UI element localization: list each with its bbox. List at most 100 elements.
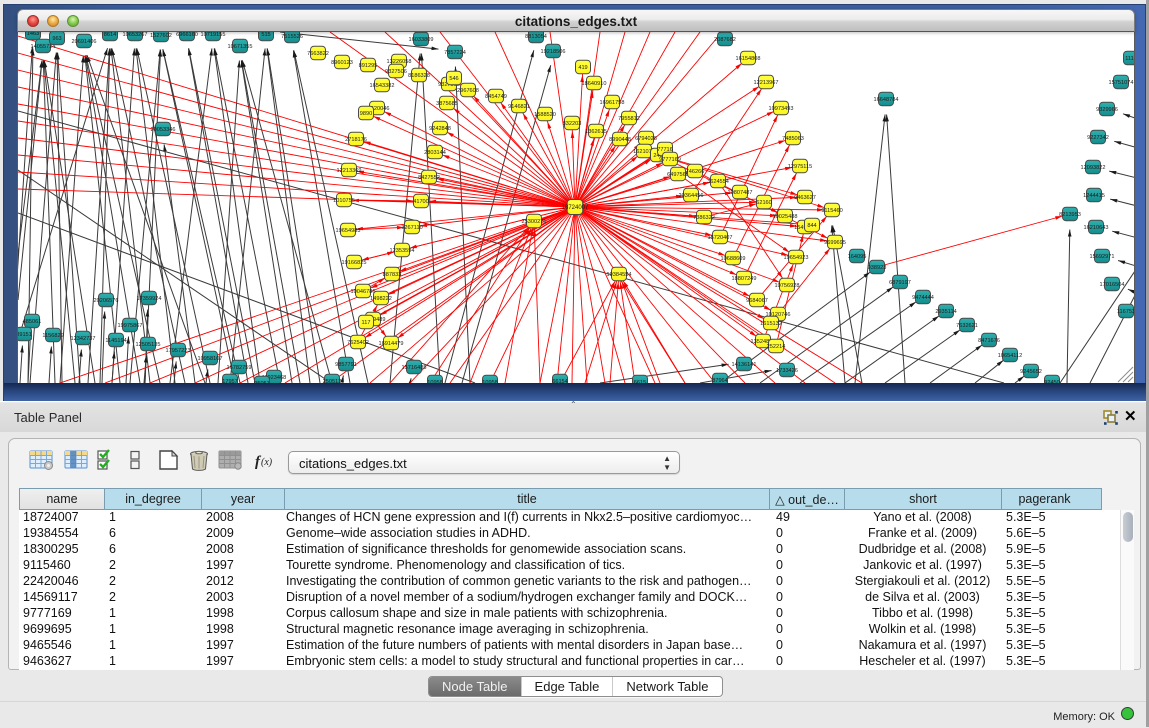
svg-text:1145194: 1145194 xyxy=(105,338,126,344)
svg-text:938923: 938923 xyxy=(868,265,887,271)
svg-text:8471676: 8471676 xyxy=(978,338,1000,344)
svg-text:7485063: 7485063 xyxy=(782,136,804,142)
svg-text:6615: 6615 xyxy=(634,380,646,383)
svg-text:20364456: 20364456 xyxy=(679,193,704,199)
svg-text:15720407: 15720407 xyxy=(708,235,733,241)
svg-text:117: 117 xyxy=(362,320,371,326)
svg-text:9227342: 9227342 xyxy=(1087,135,1109,141)
svg-text:7625402: 7625402 xyxy=(347,340,369,346)
svg-text:164095: 164095 xyxy=(848,254,867,260)
svg-text:18807249: 18807249 xyxy=(732,276,757,282)
svg-text:8960123: 8960123 xyxy=(331,60,353,66)
svg-text:6879197: 6879197 xyxy=(889,280,911,286)
svg-text:66154: 66154 xyxy=(552,379,568,383)
svg-text:8427552: 8427552 xyxy=(418,175,440,181)
svg-text:887833: 887833 xyxy=(383,272,402,278)
svg-text:515: 515 xyxy=(261,32,270,38)
svg-text:2803144: 2803144 xyxy=(424,150,446,156)
svg-text:39151: 39151 xyxy=(18,332,32,338)
svg-text:419: 419 xyxy=(578,65,587,71)
svg-text:18640910: 18640910 xyxy=(582,81,607,87)
svg-text:41700: 41700 xyxy=(413,199,429,205)
svg-text:6966160: 6966160 xyxy=(176,32,198,38)
svg-text:9474444: 9474444 xyxy=(912,295,934,301)
svg-text:3875685: 3875685 xyxy=(436,101,458,107)
svg-text:2718176: 2718176 xyxy=(345,137,367,143)
svg-text:19975867: 19975867 xyxy=(118,323,143,329)
svg-text:10958: 10958 xyxy=(482,380,498,383)
svg-text:17957: 17957 xyxy=(222,379,238,383)
svg-text:7632621: 7632621 xyxy=(956,323,978,329)
svg-text:8990448: 8990448 xyxy=(609,137,631,143)
svg-text:16961758: 16961758 xyxy=(600,100,625,106)
svg-text:250513: 250513 xyxy=(323,379,342,383)
svg-text:963: 963 xyxy=(52,36,61,42)
svg-text:95051: 95051 xyxy=(254,381,270,383)
svg-text:8454749: 8454749 xyxy=(485,94,507,100)
svg-text:8813054: 8813054 xyxy=(525,34,547,40)
svg-text:14136141: 14136141 xyxy=(732,362,757,368)
svg-text:(x): (x) xyxy=(261,457,273,468)
svg-text:2087682: 2087682 xyxy=(714,37,736,43)
svg-text:746266: 746266 xyxy=(686,169,705,175)
svg-text:10958107: 10958107 xyxy=(198,356,223,362)
svg-text:10688609: 10688609 xyxy=(721,256,746,262)
svg-text:1498222: 1498222 xyxy=(370,296,392,302)
svg-text:12975115: 12975115 xyxy=(788,164,812,170)
svg-text:10654112: 10654112 xyxy=(998,353,1022,359)
svg-text:844: 844 xyxy=(807,223,816,229)
svg-text:20691406: 20691406 xyxy=(72,39,97,45)
svg-text:16914479: 16914479 xyxy=(379,341,404,347)
svg-text:6794028: 6794028 xyxy=(635,136,657,142)
svg-text:3267110: 3267110 xyxy=(401,225,422,231)
svg-text:1362615: 1362615 xyxy=(585,129,607,135)
svg-text:832203: 832203 xyxy=(563,121,582,127)
svg-text:9699695: 9699695 xyxy=(824,240,846,246)
svg-text:1588520: 1588520 xyxy=(534,112,556,118)
svg-text:16782759: 16782759 xyxy=(227,365,252,371)
svg-text:10958: 10958 xyxy=(427,380,443,383)
svg-text:12213967: 12213967 xyxy=(754,80,779,86)
svg-text:7955812: 7955812 xyxy=(618,116,640,122)
svg-text:10046786: 10046786 xyxy=(351,289,376,295)
svg-text:92450: 92450 xyxy=(1044,380,1060,383)
svg-text:10973493: 10973493 xyxy=(769,106,794,112)
svg-text:87964: 87964 xyxy=(712,378,728,383)
svg-text:15716485: 15716485 xyxy=(402,365,427,371)
svg-text:1156829: 1156829 xyxy=(42,333,63,339)
svg-text:20206576: 20206576 xyxy=(94,298,119,304)
svg-text:16210643: 16210643 xyxy=(1084,225,1109,231)
svg-text:7515526: 7515526 xyxy=(281,34,303,40)
svg-text:8186328: 8186328 xyxy=(408,73,430,79)
svg-text:19218506: 19218506 xyxy=(541,49,566,55)
svg-text:1527602: 1527602 xyxy=(150,33,172,39)
svg-text:10719155: 10719155 xyxy=(201,32,226,38)
svg-text:10671355: 10671355 xyxy=(228,44,253,50)
svg-text:7663822: 7663822 xyxy=(307,51,329,57)
svg-text:19384554: 19384554 xyxy=(607,272,632,278)
svg-text:7386322: 7386322 xyxy=(693,215,715,221)
svg-text:7857224: 7857224 xyxy=(444,50,466,56)
svg-text:1463: 1463 xyxy=(27,32,39,37)
svg-text:12342737: 12342737 xyxy=(71,336,96,342)
svg-text:9857791: 9857791 xyxy=(335,362,357,368)
svg-text:1010755: 1010755 xyxy=(333,198,355,204)
svg-text:891295: 891295 xyxy=(359,63,378,69)
svg-text:9115460: 9115460 xyxy=(821,208,842,214)
svg-text:10653267: 10653267 xyxy=(123,32,148,38)
svg-text:2967608: 2967608 xyxy=(457,88,479,94)
svg-text:16648784: 16648784 xyxy=(874,97,899,103)
svg-text:16154808: 16154808 xyxy=(736,56,761,62)
svg-text:9777169: 9777169 xyxy=(659,157,681,163)
svg-text:19654923: 19654923 xyxy=(784,255,809,261)
svg-text:1615132: 1615132 xyxy=(760,321,782,327)
svg-text:9327506: 9327506 xyxy=(385,69,407,75)
svg-text:9146821: 9146821 xyxy=(508,104,530,110)
svg-text:15751074: 15751074 xyxy=(1109,80,1134,86)
svg-text:10756928: 10756928 xyxy=(775,283,800,289)
svg-text:1244415: 1244415 xyxy=(1083,193,1105,199)
svg-text:12213369: 12213369 xyxy=(337,168,362,174)
svg-text:485061: 485061 xyxy=(23,319,42,325)
svg-text:18724007: 18724007 xyxy=(562,205,589,211)
svg-text:8213953: 8213953 xyxy=(1059,212,1081,218)
